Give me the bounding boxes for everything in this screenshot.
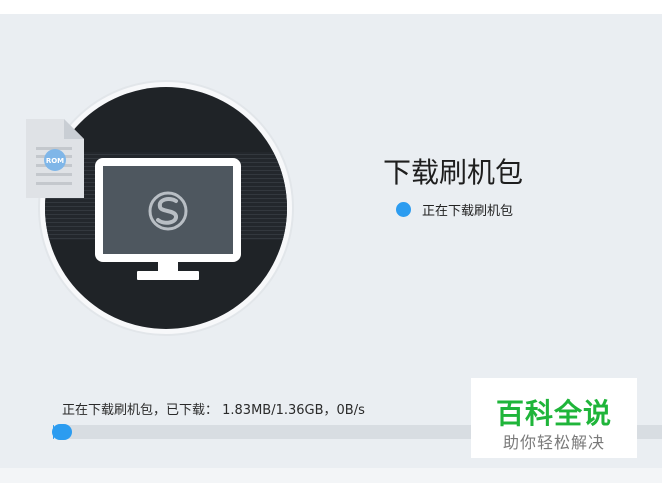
- status-dot-icon: [396, 201, 411, 217]
- watermark: 百科全说 助你轻松解决: [471, 378, 637, 458]
- status-row: 正在下载刷机包: [396, 200, 514, 219]
- progress-knob: [51, 424, 72, 440]
- page-title: 下载刷机包: [383, 156, 524, 189]
- monitor-icon: [95, 158, 241, 280]
- status-text: 正在下载刷机包: [422, 203, 514, 219]
- watermark-subtitle: 助你轻松解决: [502, 433, 605, 452]
- rom-badge-text: ROM: [46, 157, 64, 165]
- rom-file-icon: ROM: [26, 119, 84, 198]
- watermark-title: 百科全说: [495, 397, 612, 430]
- download-progress-label: 正在下载刷机包，已下载： 1.83MB/1.36GB，0B/s: [62, 403, 365, 418]
